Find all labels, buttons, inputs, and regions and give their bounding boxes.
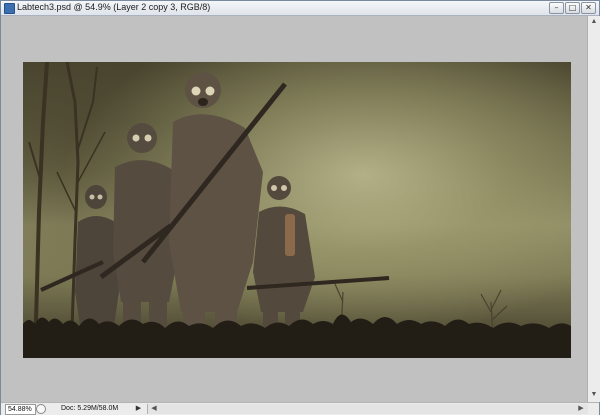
navigator-icon[interactable] [36, 404, 46, 414]
title-bar[interactable]: Labtech3.psd @ 54.9% (Layer 2 copy 3, RG… [1, 1, 599, 16]
scroll-down-icon[interactable]: ▼ [589, 390, 599, 400]
status-menu-arrow-icon[interactable]: ▶ [134, 404, 143, 413]
status-bar: 54.88% Doc: 5.29M/58.0M ▶ ◀ ▶ [1, 402, 599, 415]
document-canvas[interactable] [23, 62, 571, 358]
zoom-level-field[interactable]: 54.88% [5, 404, 36, 415]
window-title: Labtech3.psd @ 54.9% (Layer 2 copy 3, RG… [17, 2, 211, 12]
photoshop-document-window: Labtech3.psd @ 54.9% (Layer 2 copy 3, RG… [0, 0, 600, 415]
close-button[interactable]: ✕ [581, 2, 596, 14]
maximize-button[interactable]: □ [565, 2, 580, 14]
soldiers-gas-masks-artwork [23, 62, 571, 358]
photoshop-app-icon [4, 3, 15, 14]
scroll-left-icon[interactable]: ◀ [149, 404, 159, 414]
scroll-up-icon[interactable]: ▲ [589, 17, 599, 27]
horizontal-scrollbar[interactable]: ◀ ▶ [147, 404, 588, 414]
scroll-right-icon[interactable]: ▶ [576, 404, 586, 414]
vertical-scrollbar[interactable]: ▲ ▼ [587, 16, 600, 402]
minimize-button[interactable]: – [549, 2, 564, 14]
document-size-info: Doc: 5.29M/58.0M [61, 405, 119, 412]
